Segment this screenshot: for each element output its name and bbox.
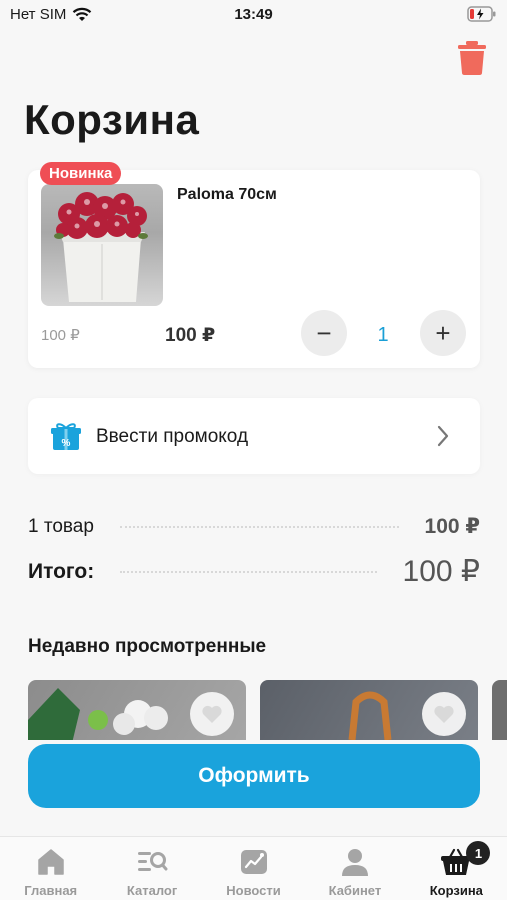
tab-profile[interactable]: Кабинет <box>304 837 405 900</box>
tab-catalog[interactable]: Каталог <box>101 837 202 900</box>
tab-home[interactable]: Главная <box>0 837 101 900</box>
decrease-quantity-button[interactable]: − <box>301 310 347 356</box>
tab-label: Новости <box>226 883 281 898</box>
trash-icon <box>458 41 486 75</box>
cart-count-badge: 1 <box>466 841 491 865</box>
recent-product-card[interactable] <box>28 680 246 740</box>
recently-viewed-title: Недавно просмотренные <box>28 636 267 657</box>
recently-viewed-list[interactable] <box>28 680 507 740</box>
quantity-value: 1 <box>377 324 389 346</box>
tab-bar: Главная Каталог Новости Кабинет 1 Корзин… <box>0 836 507 900</box>
old-price: 100 ₽ <box>41 327 80 344</box>
items-count-label: 1 товар <box>28 515 94 537</box>
recent-product-card[interactable] <box>492 680 507 740</box>
tab-label: Кабинет <box>328 883 382 898</box>
promo-label: Ввести промокод <box>96 426 249 447</box>
favorite-button[interactable] <box>422 692 466 736</box>
total-label: Итого: <box>28 559 95 583</box>
chevron-right-icon <box>437 425 449 447</box>
news-icon <box>240 850 267 874</box>
items-amount: 100 ₽ <box>424 515 480 538</box>
home-icon <box>37 849 64 875</box>
checkout-button[interactable]: Оформить <box>28 744 480 808</box>
heart-icon <box>202 705 222 723</box>
total-row: Итого: 100 ₽ <box>28 554 480 589</box>
tab-news[interactable]: Новости <box>203 837 304 900</box>
tab-cart[interactable]: 1 Корзина <box>406 837 507 900</box>
dotted-divider <box>120 570 377 573</box>
clear-cart-button[interactable] <box>457 40 487 76</box>
increase-quantity-button[interactable]: + <box>420 310 466 356</box>
product-image[interactable] <box>41 184 163 306</box>
promo-code-button[interactable]: % Ввести промокод <box>28 398 480 474</box>
profile-icon <box>341 849 368 876</box>
tab-label: Корзина <box>429 883 483 898</box>
tab-label: Главная <box>24 883 78 898</box>
cart-item-card: Новинка Paloma 70см 100 ₽ 100 ₽ − 1 + <box>28 162 480 368</box>
heart-icon <box>434 705 454 723</box>
product-name[interactable]: Paloma 70см <box>177 186 277 204</box>
svg-text:%: % <box>62 438 71 449</box>
catalog-icon <box>138 852 168 871</box>
tab-label: Каталог <box>126 883 178 898</box>
status-time: 13:49 <box>234 6 273 23</box>
gift-icon: % <box>51 423 81 450</box>
status-bar: Нет SIM 13:49 <box>0 0 507 32</box>
price: 100 ₽ <box>165 325 216 346</box>
page-title: Корзина <box>24 96 200 143</box>
new-badge: Новинка <box>40 162 122 185</box>
dotted-divider <box>119 525 399 528</box>
favorite-button[interactable] <box>190 692 234 736</box>
battery-icon <box>467 6 497 27</box>
items-count-row: 1 товар 100 ₽ <box>28 514 480 539</box>
total-amount: 100 ₽ <box>402 555 480 588</box>
recent-product-card[interactable] <box>260 680 478 740</box>
